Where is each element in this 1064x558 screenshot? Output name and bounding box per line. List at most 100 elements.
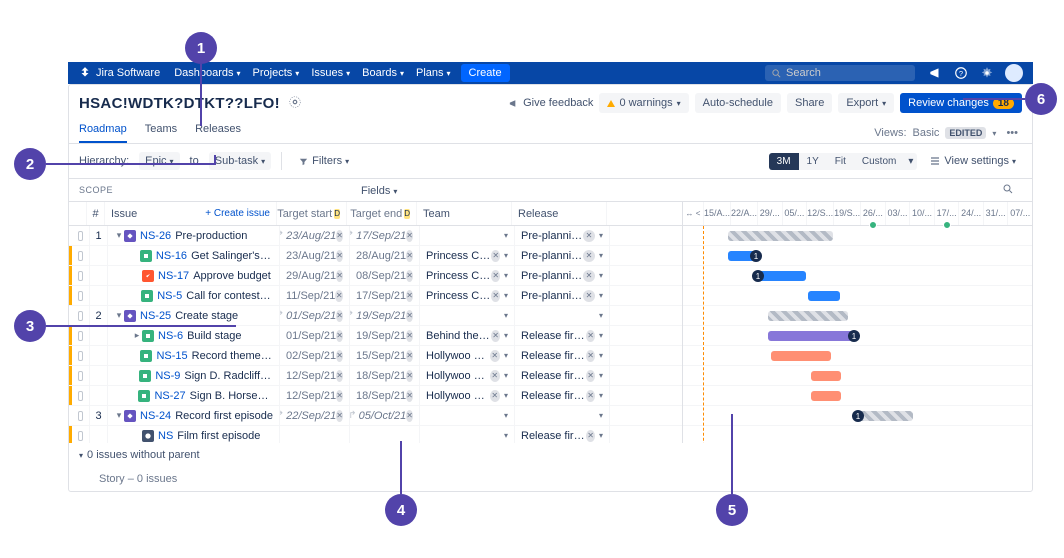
issue-key[interactable]: NS-25 xyxy=(140,310,171,322)
create-button[interactable]: Create xyxy=(461,64,510,82)
expand-icon[interactable]: ▾ xyxy=(114,310,124,321)
clear-icon[interactable]: ✕ xyxy=(406,290,413,302)
clear-icon[interactable]: ✕ xyxy=(406,270,413,282)
clear-icon[interactable]: ✕ xyxy=(336,270,343,282)
table-row[interactable]: NSFilm first episode▾Release first epi…✕… xyxy=(69,426,682,443)
release-cell[interactable]: ▾ xyxy=(515,406,610,425)
clear-icon[interactable]: ✕ xyxy=(406,330,413,342)
col-number[interactable]: # xyxy=(87,202,105,225)
export-button[interactable]: Export▾ xyxy=(838,93,894,113)
team-cell[interactable]: Hollywoo Stars✕▾ xyxy=(420,386,515,405)
release-cell[interactable]: ▾ xyxy=(515,306,610,325)
dependency-marker[interactable]: 1 xyxy=(752,270,764,282)
release-marker[interactable] xyxy=(869,221,877,229)
target-start-cell[interactable]: ↱23/Aug/21✕ xyxy=(280,226,350,245)
expand-icon[interactable]: ▸ xyxy=(132,330,142,341)
clear-icon[interactable]: ✕ xyxy=(406,410,413,422)
clear-icon[interactable]: ✕ xyxy=(583,290,595,302)
clear-icon[interactable]: ✕ xyxy=(586,390,595,402)
target-end-cell[interactable]: ↱05/Oct/21✕ xyxy=(350,406,420,425)
table-row[interactable]: NS-15Record theme song02/Sep/21✕15/Sep/2… xyxy=(69,346,682,366)
target-end-cell[interactable]: 18/Sep/21✕ xyxy=(350,386,420,405)
nav-dashboards[interactable]: Dashboards▾ xyxy=(174,67,240,79)
create-issue-link[interactable]: + Create issue xyxy=(205,208,270,219)
release-cell[interactable]: Pre-planning✕▾ xyxy=(515,246,610,265)
clear-icon[interactable]: ✕ xyxy=(586,430,595,442)
clear-icon[interactable]: ✕ xyxy=(336,230,343,242)
table-row[interactable]: 3▾NS-24Record first episode↱22/Sep/21✕↱0… xyxy=(69,406,682,426)
clear-icon[interactable]: ✕ xyxy=(336,250,343,262)
row-checkbox[interactable] xyxy=(78,411,83,421)
timeline-scroll-arrows[interactable]: ↔ < xyxy=(683,202,703,225)
table-row[interactable]: NS-17Approve budget29/Aug/21✕08/Sep/21✕P… xyxy=(69,266,682,286)
timeline-bar[interactable] xyxy=(811,371,841,381)
dependency-marker[interactable]: 1 xyxy=(852,410,864,422)
col-release[interactable]: Release xyxy=(512,202,607,225)
issue-key[interactable]: NS-27 xyxy=(154,390,185,402)
target-end-cell[interactable]: 15/Sep/21✕ xyxy=(350,346,420,365)
settings-icon[interactable] xyxy=(979,65,995,81)
timeline-bar[interactable] xyxy=(811,391,841,401)
release-cell[interactable]: Pre-planning✕▾ xyxy=(515,226,610,245)
issue-key[interactable]: NS-16 xyxy=(156,250,187,262)
clear-icon[interactable]: ✕ xyxy=(586,350,595,362)
fields-dropdown[interactable]: Fields▾ xyxy=(355,179,403,203)
nav-plans[interactable]: Plans▾ xyxy=(416,67,451,79)
col-target-end[interactable]: Target endD xyxy=(347,202,417,225)
row-checkbox[interactable] xyxy=(78,371,83,381)
target-start-cell[interactable]: 01/Sep/21✕ xyxy=(280,326,350,345)
warnings-button[interactable]: 0 warnings▾ xyxy=(599,93,688,113)
target-end-cell[interactable]: 08/Sep/21✕ xyxy=(350,266,420,285)
row-checkbox[interactable] xyxy=(78,291,83,301)
tab-roadmap[interactable]: Roadmap xyxy=(79,123,127,143)
team-cell[interactable]: ▾ xyxy=(420,426,515,443)
release-cell[interactable]: Release first epi…✕▾ xyxy=(515,366,610,385)
scale-1y[interactable]: 1Y xyxy=(799,153,827,170)
target-end-cell[interactable]: 17/Sep/21✕ xyxy=(350,286,420,305)
issue-key[interactable]: NS-9 xyxy=(155,370,180,382)
team-cell[interactable]: Princess Carolin…✕▾ xyxy=(420,266,515,285)
target-start-cell[interactable] xyxy=(280,426,350,443)
hierarchy-to-select[interactable]: Sub-task▾ xyxy=(209,152,271,170)
filters-button[interactable]: Filters▾ xyxy=(292,152,355,170)
clear-icon[interactable]: ✕ xyxy=(335,290,343,302)
issue-key[interactable]: NS xyxy=(158,430,173,442)
release-cell[interactable]: Release first epi…✕▾ xyxy=(515,346,610,365)
target-end-cell[interactable] xyxy=(350,426,420,443)
target-start-cell[interactable]: 12/Sep/21✕ xyxy=(280,366,350,385)
target-start-cell[interactable]: ↱22/Sep/21✕ xyxy=(280,406,350,425)
table-row[interactable]: NS-9Sign D. Radcliffe for pilot12/Sep/21… xyxy=(69,366,682,386)
timeline-bar[interactable]: 1 xyxy=(858,411,913,421)
review-changes-button[interactable]: Review changes18 xyxy=(900,93,1022,113)
scale-fit[interactable]: Fit xyxy=(827,153,854,170)
row-checkbox[interactable] xyxy=(78,271,83,281)
table-row[interactable]: 2▾NS-25Create stage↱01/Sep/21✕↱19/Sep/21… xyxy=(69,306,682,326)
release-cell[interactable]: Release first epi…✕▾ xyxy=(515,326,610,345)
clear-icon[interactable]: ✕ xyxy=(406,250,413,262)
release-cell[interactable]: Release first epi…✕▾ xyxy=(515,426,610,443)
timeline-bar[interactable] xyxy=(808,291,840,301)
clear-icon[interactable]: ✕ xyxy=(583,250,595,262)
view-settings-button[interactable]: View settings▾ xyxy=(923,152,1022,170)
table-row[interactable]: ▸NS-6Build stage01/Sep/21✕19/Sep/21✕Behi… xyxy=(69,326,682,346)
issue-key[interactable]: NS-26 xyxy=(140,230,171,242)
clear-icon[interactable]: ✕ xyxy=(336,350,343,362)
release-cell[interactable]: Pre-planning✕▾ xyxy=(515,266,610,285)
release-cell[interactable]: Release first epi…✕▾ xyxy=(515,386,610,405)
target-end-cell[interactable]: 19/Sep/21✕ xyxy=(350,326,420,345)
clear-icon[interactable]: ✕ xyxy=(490,390,500,402)
release-marker[interactable] xyxy=(943,221,951,229)
expand-icon[interactable]: ▾ xyxy=(114,410,124,421)
timeline-bar[interactable] xyxy=(768,311,848,321)
clear-icon[interactable]: ✕ xyxy=(336,370,343,382)
team-cell[interactable]: Princess Carolin…✕▾ xyxy=(420,286,515,305)
clear-icon[interactable]: ✕ xyxy=(491,270,500,282)
timeline-bar[interactable]: 1 xyxy=(728,251,756,261)
nav-issues[interactable]: Issues▾ xyxy=(311,67,350,79)
clear-icon[interactable]: ✕ xyxy=(336,310,343,322)
row-checkbox[interactable] xyxy=(78,231,83,241)
team-cell[interactable]: ▾ xyxy=(420,226,515,245)
clear-icon[interactable]: ✕ xyxy=(490,370,500,382)
team-cell[interactable]: Hollywoo Stars✕▾ xyxy=(420,366,515,385)
team-cell[interactable]: Princess Carolin…✕▾ xyxy=(420,246,515,265)
